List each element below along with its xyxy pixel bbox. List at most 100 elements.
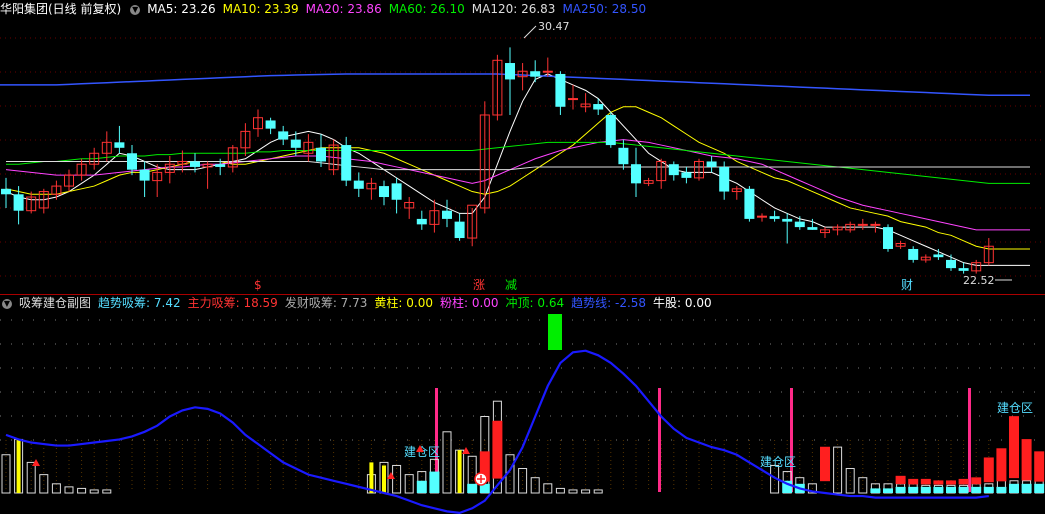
- candle-body: [631, 164, 641, 184]
- cyan-bar: [429, 471, 440, 493]
- sub-title: 吸筹建仓副图: [19, 296, 92, 310]
- signal-marker: 减: [505, 278, 517, 292]
- yellow-bar: [457, 450, 462, 493]
- hollow-bar: [89, 489, 99, 494]
- candle-body: [908, 248, 919, 260]
- candle-body: [379, 186, 389, 198]
- red-bar: [820, 446, 830, 482]
- yellow-bar: [16, 439, 21, 493]
- legend-item: MA5: 23.26: [147, 2, 216, 16]
- pink-bar: [658, 388, 661, 492]
- candle-body: [13, 194, 24, 211]
- cyan-bar: [1021, 483, 1032, 493]
- cyan-bar: [1034, 483, 1045, 493]
- candle-body: [593, 104, 604, 110]
- legend-item: 趋势吸筹: 7.42: [98, 296, 181, 310]
- red-bar: [1021, 439, 1032, 481]
- candle-body: [542, 70, 553, 73]
- hollow-bar: [102, 489, 112, 494]
- hollow-bar: [404, 474, 414, 494]
- candle-body: [870, 223, 881, 226]
- red-bar: [1009, 416, 1019, 479]
- sub-grid: [0, 319, 1045, 492]
- red-bar: [946, 480, 956, 485]
- stock-title: 华阳集团(日线 前复权): [0, 2, 122, 16]
- hollow-bar: [593, 489, 603, 494]
- hollow-bar: [39, 474, 49, 494]
- collapse-icon[interactable]: ▼: [2, 298, 12, 309]
- ma-legend: MA5: 23.26 MA10: 23.39 MA20: 23.86 MA60: 26…: [147, 2, 653, 16]
- hollow-bar: [581, 489, 591, 494]
- cyan-bar: [467, 483, 478, 493]
- annotations: 30.47 22.52 $ 涨 减 财: [254, 20, 1012, 292]
- red-bar: [971, 477, 982, 485]
- yellow-bar: [369, 462, 374, 493]
- high-pointer: [523, 25, 537, 39]
- low-price-label: 22.52: [963, 274, 995, 287]
- legend-item: MA120: 26.83: [471, 2, 556, 16]
- candle-body: [391, 183, 402, 200]
- legend-item: 冲顶: 0.64: [505, 296, 565, 310]
- cyan-bar: [908, 486, 919, 493]
- ma-line: [5, 73, 1030, 266]
- candle-body: [353, 180, 364, 189]
- ma-line: [6, 141, 1030, 184]
- candle-body: [681, 172, 692, 178]
- hollow-bar: [858, 477, 868, 494]
- candle-body: [744, 188, 755, 219]
- signal-marker: 涨: [473, 277, 485, 292]
- candle-body: [505, 63, 515, 80]
- zone-label: 建仓区: [997, 401, 1033, 415]
- cyan-bar: [1009, 483, 1019, 493]
- cyan-bar: [920, 486, 931, 493]
- candle-body: [555, 73, 566, 107]
- candle-body: [341, 145, 352, 181]
- legend-item: MA250: 28.50: [562, 2, 647, 16]
- candle-body: [807, 227, 818, 230]
- red-bar: [908, 478, 919, 485]
- legend-item: 粉柱: 0.00: [439, 296, 499, 310]
- cyan-bar: [883, 488, 893, 493]
- candle-body: [757, 215, 767, 218]
- high-price-label: 30.47: [538, 20, 570, 33]
- green-bar: [548, 314, 562, 350]
- candle-body: [668, 164, 679, 176]
- candle-body: [605, 114, 616, 146]
- candle-body: [442, 210, 452, 219]
- candle-body: [454, 221, 465, 239]
- main-header: 华阳集团(日线 前复权) ▼ MA5: 23.26 MA10: 23.39 MA20: …: [0, 1, 1045, 18]
- legend-item: MA10: 23.39: [222, 2, 299, 16]
- candle-body: [883, 227, 893, 249]
- candle-body: [618, 147, 629, 165]
- sub-header: ▼ 吸筹建仓副图 趋势吸筹: 7.42 主力吸筹: 18.59 发财吸筹: 7.73 黄柱…: [0, 295, 1045, 312]
- legend-item: 黄柱: 0.00: [374, 296, 433, 310]
- candle-body: [1, 188, 11, 195]
- red-bar: [492, 420, 503, 479]
- hollow-bar: [555, 487, 565, 494]
- candle-body: [278, 131, 289, 140]
- cyan-bar: [933, 486, 944, 493]
- sub-legend: 趋势吸筹: 7.42 主力吸筹: 18.59 发财吸筹: 7.73 黄柱: 0.00 粉…: [98, 296, 719, 310]
- red-bar: [920, 478, 931, 485]
- candle-body: [946, 259, 956, 269]
- red-bar: [1034, 451, 1045, 482]
- candle-body: [127, 153, 137, 170]
- candle-body: [706, 161, 717, 167]
- red-bar: [958, 478, 969, 485]
- candle-body: [190, 161, 200, 167]
- legend-item: 趋势线: -2.58: [571, 296, 647, 310]
- collapse-icon[interactable]: ▼: [130, 4, 141, 15]
- hollow-bar: [833, 446, 843, 494]
- candle-body: [794, 221, 805, 228]
- cyan-bar: [416, 480, 427, 493]
- ma-line: [5, 139, 1030, 231]
- pink-bar: [968, 388, 971, 492]
- hollow-bar: [568, 489, 578, 494]
- legend-item: 牛股: 0.00: [653, 296, 712, 310]
- legend-item: MA20: 23.86: [305, 2, 382, 16]
- candle-body: [568, 98, 578, 101]
- cyan-bar: [895, 486, 906, 493]
- candle-body: [782, 218, 793, 222]
- cyan-bar: [870, 488, 881, 493]
- cyan-bar: [958, 486, 969, 493]
